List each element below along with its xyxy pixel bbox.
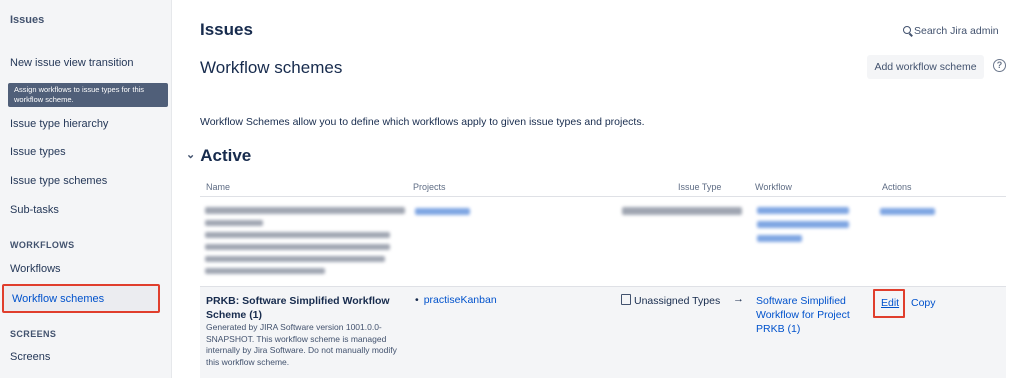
column-header-name: Name: [206, 182, 231, 192]
redacted-text: [205, 207, 405, 214]
page-description: Workflow Schemes allow you to define whi…: [200, 116, 645, 128]
sidebar-item-new-issue-view-transition[interactable]: New issue view transition: [10, 57, 134, 69]
scheme-description: Generated by JIRA Software version 1001.…: [206, 322, 397, 367]
help-icon[interactable]: ?: [993, 59, 1006, 72]
workflow-link[interactable]: Software Simplified Workflow for Project…: [756, 294, 861, 336]
edit-link[interactable]: Edit: [881, 297, 899, 309]
redacted-link: [757, 235, 802, 242]
add-workflow-scheme-button[interactable]: Add workflow scheme: [867, 55, 984, 79]
column-header-workflow: Workflow: [755, 182, 792, 192]
sidebar: Issues New issue view transition Assign …: [0, 0, 172, 378]
redacted-link: [757, 221, 849, 228]
tooltip: Assign workflows to issue types for this…: [8, 83, 168, 107]
active-section-toggle[interactable]: ⌄ Active: [186, 146, 251, 166]
active-section-title: Active: [200, 146, 252, 165]
table-header-divider: [200, 196, 1006, 197]
scheme-name: PRKB: Software Simplified Workflow Schem…: [206, 295, 390, 321]
project-link[interactable]: • practiseKanban: [415, 294, 497, 306]
redacted-link: [415, 208, 470, 215]
column-header-actions: Actions: [882, 182, 912, 192]
sidebar-title[interactable]: Issues: [10, 14, 44, 26]
search-jira-admin-link[interactable]: Search Jira admin: [903, 25, 999, 37]
sidebar-item-issue-type-hierarchy[interactable]: Issue type hierarchy: [10, 118, 108, 130]
redacted-text: [205, 232, 390, 238]
chevron-down-icon: ⌄: [186, 149, 196, 161]
sidebar-item-workflow-schemes[interactable]: Workflow schemes: [2, 284, 160, 313]
issue-type-cell: Unassigned Types: [621, 294, 720, 307]
sidebar-item-issue-types[interactable]: Issue types: [10, 146, 66, 158]
copy-link[interactable]: Copy: [911, 297, 936, 309]
project-link-label: practiseKanban: [423, 294, 497, 306]
sidebar-heading-screens: SCREENS: [10, 329, 57, 339]
redacted-text: [205, 244, 390, 250]
sidebar-heading-workflows: WORKFLOWS: [10, 240, 75, 250]
redacted-text: [622, 207, 742, 215]
column-header-projects: Projects: [413, 182, 446, 192]
sidebar-item-sub-tasks[interactable]: Sub-tasks: [10, 204, 59, 216]
section-heading: Workflow schemes: [200, 58, 343, 77]
page-title: Issues: [200, 20, 253, 39]
sidebar-item-issue-type-schemes[interactable]: Issue type schemes: [10, 175, 107, 187]
sidebar-item-screens[interactable]: Screens: [10, 351, 50, 363]
redacted-text: [205, 256, 385, 262]
redacted-link: [757, 207, 849, 214]
sidebar-item-workflows[interactable]: Workflows: [10, 263, 61, 275]
search-label: Search Jira admin: [914, 25, 999, 37]
arrow-right-icon: →: [733, 293, 744, 305]
bullet: •: [415, 294, 419, 306]
redacted-text: [205, 220, 263, 226]
column-header-issue-type: Issue Type: [678, 182, 722, 192]
document-icon: [621, 294, 631, 305]
search-icon: [903, 26, 911, 34]
issue-type-label: Unassigned Types: [634, 295, 721, 307]
sidebar-item-label: Workflow schemes: [12, 293, 105, 305]
redacted-link: [880, 208, 935, 215]
redacted-text: [205, 268, 325, 274]
